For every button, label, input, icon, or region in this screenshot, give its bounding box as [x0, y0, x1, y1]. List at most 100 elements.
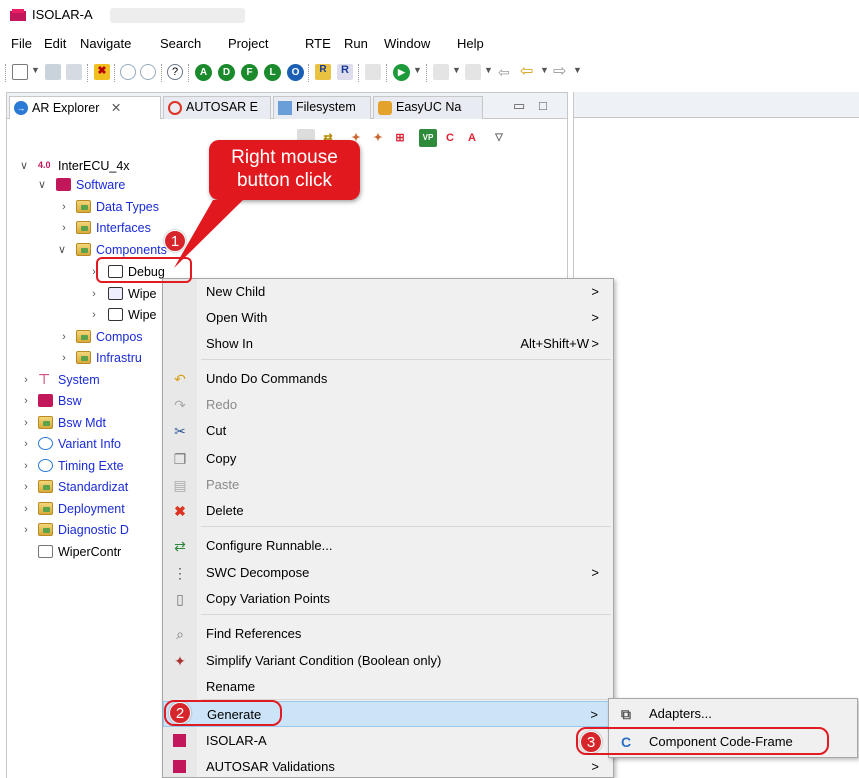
prev-annotation-icon[interactable] [465, 64, 481, 80]
menu-search[interactable]: Search [160, 36, 201, 51]
back-nav-icon[interactable] [120, 64, 136, 80]
menu-item-find-references[interactable]: ⌕ Find References [163, 621, 613, 647]
save-all-icon[interactable] [66, 64, 82, 80]
menu-file[interactable]: File [11, 36, 32, 51]
menu-item-undo[interactable]: ↶ Undo Do Commands [163, 366, 613, 392]
menu-item-open-with[interactable]: Open With > [163, 305, 613, 331]
save-icon[interactable] [45, 64, 61, 80]
autosar-o-icon[interactable]: O [287, 64, 304, 81]
filter2-icon[interactable]: ✦ [369, 129, 387, 147]
submenu-item-adapters[interactable]: ⧉ Adapters... [609, 701, 857, 727]
forward-nav-icon[interactable] [140, 64, 156, 80]
menu-item-isolar-a[interactable]: ISOLAR-A [163, 728, 613, 754]
chevron-right-icon[interactable]: › [88, 305, 100, 325]
last-edit-icon[interactable]: ⇦ [498, 64, 514, 80]
maximize-icon[interactable]: □ [539, 98, 547, 113]
chevron-right-icon[interactable]: › [58, 197, 70, 217]
chevron-down-icon[interactable]: ▼ [31, 65, 40, 75]
vp-res-icon[interactable]: VP [419, 129, 437, 147]
menu-item-rename[interactable]: Rename [163, 674, 613, 700]
disconnect-icon[interactable]: ✖ [94, 64, 110, 80]
view-menu-icon[interactable]: ▽ [490, 129, 508, 147]
tree-item-interfaces[interactable]: › Interfaces [52, 218, 252, 238]
close-icon[interactable]: ✕ [111, 101, 121, 115]
tree-item-system[interactable]: › ⊤ System [14, 370, 162, 390]
a-icon[interactable]: A [463, 129, 481, 147]
tree-item-software[interactable]: ∨ Software [32, 175, 232, 195]
tree-item-root[interactable]: ∨ 4.0 InterECU_4x [14, 156, 214, 176]
tree-item-data-types[interactable]: › Data Types [52, 197, 252, 217]
tree-item-bsw[interactable]: › Bsw [14, 391, 162, 411]
menu-item-configure-runnable[interactable]: ⇄ Configure Runnable... [163, 533, 613, 559]
chevron-right-icon[interactable]: › [20, 391, 32, 411]
tree-item-wipe-2[interactable]: › Wipe [86, 305, 166, 325]
chevron-right-icon[interactable]: › [20, 520, 32, 540]
chevron-right-icon[interactable]: › [20, 499, 32, 519]
menu-item-simplify-variant[interactable]: ✦ Simplify Variant Condition (Boolean onl… [163, 648, 613, 674]
chevron-right-icon[interactable]: › [88, 284, 100, 304]
chevron-down-icon[interactable]: ▼ [413, 65, 422, 75]
autosar-a-icon[interactable]: A [195, 64, 212, 81]
menu-rte[interactable]: RTE [305, 36, 331, 51]
report-icon[interactable]: R [337, 64, 353, 80]
tree-item-variant-info[interactable]: › Variant Info [14, 434, 162, 454]
tree-item-wipe-1[interactable]: › Wipe [86, 284, 166, 304]
chevron-right-icon[interactable]: › [20, 434, 32, 454]
menu-item-cut[interactable]: ✂ Cut [163, 418, 613, 444]
tree-item-wipercontrol-file[interactable]: WiperContr [14, 542, 162, 562]
new-icon[interactable] [12, 64, 28, 80]
menu-item-copy[interactable]: ❐ Copy [163, 446, 613, 472]
menu-window[interactable]: Window [384, 36, 430, 51]
menu-item-copy-variation-points[interactable]: ▯ Copy Variation Points [163, 586, 613, 612]
tree-item-bsw-mdt[interactable]: › Bsw Mdt [14, 413, 162, 433]
chevron-right-icon[interactable]: › [58, 327, 70, 347]
tab-ar-explorer[interactable]: → AR Explorer ✕ [9, 96, 161, 119]
menu-help[interactable]: Help [457, 36, 484, 51]
chevron-right-icon[interactable]: › [20, 413, 32, 433]
chevron-right-icon[interactable]: › [20, 477, 32, 497]
next-annotation-icon[interactable] [433, 64, 449, 80]
autosar-d-icon[interactable]: D [218, 64, 235, 81]
menu-item-new-child[interactable]: New Child > [163, 279, 613, 305]
autosar-l-icon[interactable]: L [264, 64, 281, 81]
chevron-down-icon[interactable]: ∨ [56, 240, 68, 260]
menu-item-swc-decompose[interactable]: ⋮ SWC Decompose > [163, 560, 613, 586]
chevron-right-icon[interactable]: › [20, 370, 32, 390]
tree-item-compositions[interactable]: › Compos [52, 327, 162, 347]
chevron-right-icon[interactable]: › [20, 456, 32, 476]
forward-icon[interactable]: ⇨ [553, 64, 569, 80]
menu-edit[interactable]: Edit [44, 36, 66, 51]
tab-autosar-explorer[interactable]: AUTOSAR E [163, 96, 271, 119]
chevron-right-icon[interactable]: › [58, 218, 70, 238]
chevron-right-icon[interactable]: › [58, 348, 70, 368]
tab-filesystem[interactable]: Filesystem [273, 96, 371, 119]
tree-item-diagnostic[interactable]: › Diagnostic D [14, 520, 162, 540]
help-icon[interactable]: ? [167, 64, 183, 80]
c-icon[interactable]: C [441, 129, 459, 147]
run-icon[interactable]: ▶ [393, 64, 410, 81]
autosar-f-icon[interactable]: F [241, 64, 258, 81]
menu-item-delete[interactable]: ✖ Delete [163, 498, 613, 524]
grid-icon[interactable]: ⊞ [391, 129, 409, 147]
menu-navigate[interactable]: Navigate [80, 36, 131, 51]
rte-icon[interactable]: R [315, 64, 331, 80]
chevron-down-icon[interactable]: ▼ [452, 65, 461, 75]
tree-item-timing[interactable]: › Timing Exte [14, 456, 162, 476]
minimize-icon[interactable]: ▭ [513, 98, 525, 114]
tree-item-deployment[interactable]: › Deployment [14, 499, 162, 519]
menu-item-redo[interactable]: ↷ Redo [163, 392, 613, 418]
menu-item-autosar-validations[interactable]: AUTOSAR Validations > [163, 754, 613, 778]
menu-item-show-in[interactable]: Show In Alt+Shift+W > [163, 331, 613, 357]
menu-run[interactable]: Run [344, 36, 368, 51]
chevron-down-icon[interactable]: ▼ [573, 65, 582, 75]
back-icon[interactable]: ⇦ [520, 64, 536, 80]
tree-item-infrastructure[interactable]: › Infrastru [52, 348, 162, 368]
tab-easyuc[interactable]: EasyUC Na [373, 96, 483, 119]
build-icon[interactable] [365, 64, 381, 80]
chevron-down-icon[interactable]: ▼ [484, 65, 493, 75]
chevron-down-icon[interactable]: ▼ [540, 65, 549, 75]
chevron-down-icon[interactable]: ∨ [36, 175, 48, 195]
tree-item-standardization[interactable]: › Standardizat [14, 477, 162, 497]
menu-item-paste[interactable]: ▤ Paste [163, 472, 613, 498]
menu-project[interactable]: Project [228, 36, 268, 51]
